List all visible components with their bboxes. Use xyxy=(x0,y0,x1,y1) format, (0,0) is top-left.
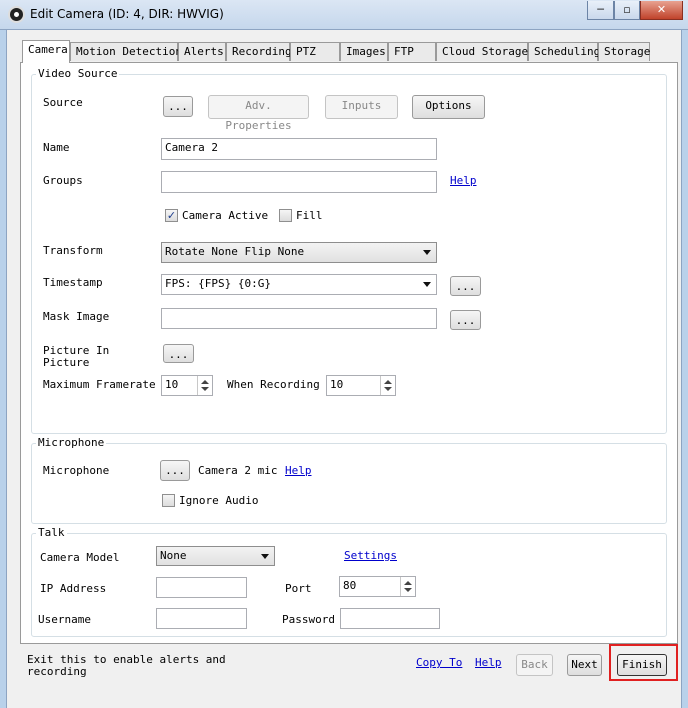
restore-button[interactable]: ▫ xyxy=(614,1,640,20)
timestamp-combobox[interactable]: FPS: {FPS} {0:G} xyxy=(161,274,437,295)
ignore-audio-checkbox[interactable] xyxy=(162,494,175,507)
timestamp-value: FPS: {FPS} {0:G} xyxy=(165,277,271,290)
pip-label-line2: Picture xyxy=(43,356,90,369)
tab-camera[interactable]: Camera xyxy=(22,40,70,63)
username-input[interactable] xyxy=(156,608,247,629)
talk-settings-link[interactable]: Settings xyxy=(344,549,397,562)
ip-address-input[interactable] xyxy=(156,577,247,598)
groups-label: Groups xyxy=(43,174,83,187)
when-recording-value: 10 xyxy=(330,378,344,391)
next-button[interactable]: Next xyxy=(567,654,602,676)
microphone-group xyxy=(31,443,667,524)
mask-image-input[interactable] xyxy=(161,308,437,329)
camera-model-label: Camera Model xyxy=(40,551,120,564)
when-recording-label: When Recording xyxy=(227,378,320,391)
tab-ftp[interactable]: FTP xyxy=(388,42,436,61)
video-source-title: Video Source xyxy=(36,67,120,80)
fill-label: Fill xyxy=(296,209,323,222)
max-framerate-label: Maximum Framerate xyxy=(43,378,156,391)
max-framerate-stepper[interactable]: 10 xyxy=(161,375,213,396)
chevron-down-icon xyxy=(423,282,431,287)
options-button[interactable]: Options xyxy=(412,95,485,119)
tab-storage[interactable]: Storage xyxy=(598,42,650,61)
minimize-button[interactable]: ─ xyxy=(587,1,614,20)
arrow-down-icon xyxy=(201,387,209,391)
camera-active-label: Camera Active xyxy=(182,209,269,222)
talk-group-title: Talk xyxy=(36,526,67,539)
mask-image-browse-button[interactable]: ... xyxy=(450,310,481,330)
arrow-down-icon xyxy=(404,588,412,592)
inputs-button[interactable]: Inputs xyxy=(325,95,398,119)
tab-ptz[interactable]: PTZ xyxy=(290,42,340,61)
ip-address-label: IP Address xyxy=(40,582,107,595)
camera-app-icon xyxy=(8,6,25,23)
microphone-device-name: Camera 2 mic xyxy=(198,464,278,477)
arrow-up-icon xyxy=(201,380,209,384)
tab-images[interactable]: Images xyxy=(340,42,388,61)
arrow-down-icon xyxy=(384,387,392,391)
username-label: Username xyxy=(38,613,91,626)
camera-active-checkbox[interactable]: ✓ xyxy=(165,209,178,222)
stepper-arrows[interactable] xyxy=(400,577,415,596)
transform-label: Transform xyxy=(43,244,103,257)
stepper-arrows[interactable] xyxy=(197,376,212,395)
tab-alerts[interactable]: Alerts xyxy=(178,42,226,61)
port-label: Port xyxy=(285,582,312,595)
source-label: Source xyxy=(43,96,83,109)
timestamp-label: Timestamp xyxy=(43,276,103,289)
mask-image-label: Mask Image xyxy=(43,310,110,323)
transform-dropdown[interactable]: Rotate None Flip None xyxy=(161,242,437,263)
tab-recording[interactable]: Recording xyxy=(226,42,292,61)
max-framerate-value: 10 xyxy=(165,378,179,391)
chevron-down-icon xyxy=(423,250,431,255)
when-recording-stepper[interactable]: 10 xyxy=(326,375,396,396)
groups-input[interactable] xyxy=(161,171,437,193)
timestamp-browse-button[interactable]: ... xyxy=(450,276,481,296)
camera-model-dropdown[interactable]: None xyxy=(156,546,275,566)
finish-button[interactable]: Finish xyxy=(617,654,667,676)
pip-browse-button[interactable]: ... xyxy=(163,344,194,363)
port-value: 80 xyxy=(343,579,357,592)
arrow-up-icon xyxy=(404,581,412,585)
transform-value: Rotate None Flip None xyxy=(165,245,305,258)
tab-scheduling[interactable]: Scheduling xyxy=(528,42,600,61)
close-button[interactable]: ✕ xyxy=(640,1,683,20)
window-title: Edit Camera (ID: 4, DIR: HWVIG) xyxy=(30,7,224,21)
microphone-label: Microphone xyxy=(43,464,110,477)
footer-help-link[interactable]: Help xyxy=(475,656,502,669)
name-label: Name xyxy=(43,141,70,154)
microphone-browse-button[interactable]: ... xyxy=(160,460,190,481)
password-input[interactable] xyxy=(340,608,440,629)
adv-properties-button[interactable]: Adv. Properties xyxy=(208,95,309,132)
ignore-audio-label: Ignore Audio xyxy=(179,494,259,507)
source-browse-button[interactable]: ... xyxy=(163,96,193,117)
stepper-arrows[interactable] xyxy=(380,376,395,395)
password-label: Password xyxy=(282,613,335,626)
footer-hint-line2: recording xyxy=(27,665,87,678)
camera-model-value: None xyxy=(160,549,187,562)
groups-help-link[interactable]: Help xyxy=(450,174,477,187)
title-bar[interactable]: Edit Camera (ID: 4, DIR: HWVIG) ─ ▫ ✕ xyxy=(0,0,688,30)
back-button[interactable]: Back xyxy=(516,654,553,676)
fill-checkbox[interactable] xyxy=(279,209,292,222)
arrow-up-icon xyxy=(384,380,392,384)
chevron-down-icon xyxy=(261,554,269,559)
copy-to-link[interactable]: Copy To xyxy=(416,656,462,669)
name-input[interactable]: Camera 2 xyxy=(161,138,437,160)
tab-cloud-storage[interactable]: Cloud Storage xyxy=(436,42,528,61)
microphone-help-link[interactable]: Help xyxy=(285,464,312,477)
microphone-group-title: Microphone xyxy=(36,436,107,449)
port-stepper[interactable]: 80 xyxy=(339,576,416,597)
tab-motion-detection[interactable]: Motion Detection xyxy=(70,42,182,61)
